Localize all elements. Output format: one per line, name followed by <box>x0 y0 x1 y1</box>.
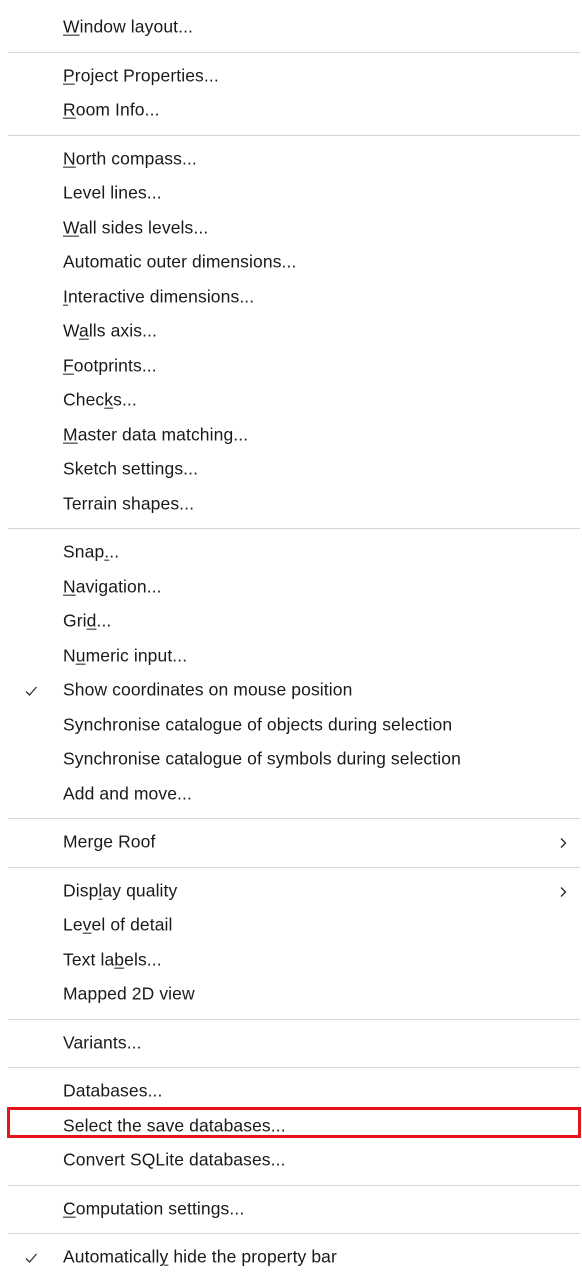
menu-item-merge-roof[interactable]: Merge Roof <box>0 826 582 861</box>
menu-item-select-the-save-databases[interactable]: Select the save databases... <box>0 1110 582 1145</box>
menu-item-label: Display quality <box>63 880 178 901</box>
menu-item-terrain-shapes[interactable]: Terrain shapes... <box>0 488 582 523</box>
menu-item-label: Mapped 2D view <box>63 983 195 1004</box>
menu-item-display-quality[interactable]: Display quality <box>0 875 582 910</box>
menu-separator <box>0 1013 582 1027</box>
menu-item-north-compass[interactable]: North compass... <box>0 143 582 178</box>
menu-item-label: Synchronise catalogue of objects during … <box>63 714 453 735</box>
menu-item-interactive-dimensions[interactable]: Interactive dimensions... <box>0 281 582 316</box>
menu-item-wall-sides-levels[interactable]: Wall sides levels... <box>0 212 582 247</box>
menu-item-level-of-detail[interactable]: Level of detail <box>0 909 582 944</box>
menu-item-label: Computation settings... <box>63 1198 245 1219</box>
menu-item-project-properties[interactable]: Project Properties... <box>0 60 582 95</box>
menu-item-walls-axis[interactable]: Walls axis... <box>0 315 582 350</box>
menu-item-snap[interactable]: Snap... <box>0 536 582 571</box>
menu-item-synchronise-catalogue-of-objects-during-selection[interactable]: Synchronise catalogue of objects during … <box>0 709 582 744</box>
menu-item-label: Show coordinates on mouse position <box>63 679 353 700</box>
menu-item-label: Text labels... <box>63 949 162 970</box>
menu-item-level-lines[interactable]: Level lines... <box>0 177 582 212</box>
menu-item-label: Sketch settings... <box>63 458 199 479</box>
menu-separator <box>0 861 582 875</box>
menu-separator <box>0 812 582 826</box>
menu-item-synchronise-catalogue-of-symbols-during-selection[interactable]: Synchronise catalogue of symbols during … <box>0 743 582 778</box>
menu-item-room-info[interactable]: Room Info... <box>0 94 582 129</box>
menu-item-databases[interactable]: Databases... <box>0 1075 582 1110</box>
menu-separator <box>0 1227 582 1241</box>
menu-item-label: Variants... <box>63 1032 142 1053</box>
menu-item-grid[interactable]: Grid... <box>0 605 582 640</box>
menu-item-mapped-2d-view[interactable]: Mapped 2D view <box>0 978 582 1013</box>
menu-item-label: Snap... <box>63 541 120 562</box>
menu-item-label: Merge Roof <box>63 831 156 852</box>
checkmark-icon <box>25 686 37 697</box>
menu-item-label: Wall sides levels... <box>63 217 209 238</box>
menu-item-automatic-outer-dimensions[interactable]: Automatic outer dimensions... <box>0 246 582 281</box>
menu-item-master-data-matching[interactable]: Master data matching... <box>0 419 582 454</box>
menu-item-label: Synchronise catalogue of symbols during … <box>63 748 461 769</box>
menu-item-label: Checks... <box>63 389 137 410</box>
menu-item-label: Interactive dimensions... <box>63 286 255 307</box>
menu-item-label: Walls axis... <box>63 320 158 341</box>
menu-item-label: Level of detail <box>63 914 173 935</box>
menu-item-convert-sqlite-databases[interactable]: Convert SQLite databases... <box>0 1144 582 1179</box>
menu-separator <box>0 522 582 536</box>
menu-item-label: Databases... <box>63 1080 163 1101</box>
menu-separator <box>0 1179 582 1193</box>
menu-item-label: Terrain shapes... <box>63 493 195 514</box>
menu-item-label: Master data matching... <box>63 424 249 445</box>
menu-item-text-labels[interactable]: Text labels... <box>0 944 582 979</box>
menu-item-navigation[interactable]: Navigation... <box>0 571 582 606</box>
menu-item-label: North compass... <box>63 148 197 169</box>
menu-item-checks[interactable]: Checks... <box>0 384 582 419</box>
menu-item-footprints[interactable]: Footprints... <box>0 350 582 385</box>
context-menu: Window layout... Project Properties... Roo… <box>0 0 582 1271</box>
menu-item-label: Navigation... <box>63 576 162 597</box>
chevron-right-icon <box>560 886 567 897</box>
menu-item-label: Automatically hide the property bar <box>63 1246 337 1267</box>
menu-separator <box>0 1061 582 1075</box>
menu-item-variants[interactable]: Variants... <box>0 1027 582 1062</box>
checkmark-icon <box>25 1253 37 1264</box>
menu-item-label: Select the save databases... <box>63 1115 286 1136</box>
menu-item-numeric-input[interactable]: Numeric input... <box>0 640 582 675</box>
menu-item-sketch-settings[interactable]: Sketch settings... <box>0 453 582 488</box>
menu-item-add-and-move[interactable]: Add and move... <box>0 778 582 813</box>
menu-item-window-layout[interactable]: Window layout... <box>0 11 582 46</box>
menu-separator <box>0 129 582 143</box>
menu-item-automatically-hide-the-property-bar[interactable]: Automatically hide the property bar <box>0 1241 582 1276</box>
menu-item-label: Grid... <box>63 610 112 631</box>
menu-item-label: Window layout... <box>63 16 193 37</box>
menu-item-label: Automatic outer dimensions... <box>63 251 297 272</box>
menu-separator <box>0 46 582 60</box>
menu-item-label: Room Info... <box>63 99 160 120</box>
menu-item-label: Numeric input... <box>63 645 188 666</box>
menu-item-show-coordinates-on-mouse-position[interactable]: Show coordinates on mouse position <box>0 674 582 709</box>
menu-item-label: Add and move... <box>63 783 192 804</box>
menu-item-computation-settings[interactable]: Computation settings... <box>0 1193 582 1228</box>
menu-item-label: Footprints... <box>63 355 157 376</box>
menu-item-label: Project Properties... <box>63 65 219 86</box>
menu-item-label: Convert SQLite databases... <box>63 1149 286 1170</box>
chevron-right-icon <box>560 838 567 849</box>
menu-item-label: Level lines... <box>63 182 162 203</box>
